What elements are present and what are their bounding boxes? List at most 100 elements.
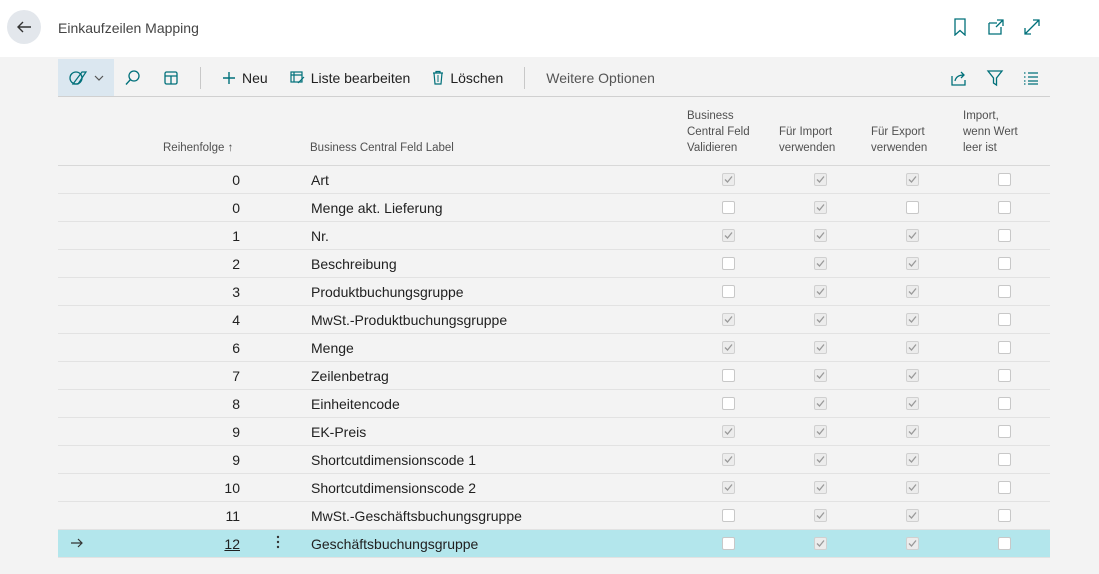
validate-checkbox[interactable] [722, 173, 735, 186]
import-if-empty-checkbox[interactable] [998, 537, 1011, 550]
use-import-checkbox[interactable] [814, 285, 827, 298]
columns-button[interactable] [152, 59, 190, 96]
cell-sequence: 10 [224, 480, 240, 496]
use-import-checkbox[interactable] [814, 537, 827, 550]
cell-field-label: Geschäftsbuchungsgruppe [311, 536, 479, 552]
use-import-checkbox[interactable] [814, 481, 827, 494]
column-header-use-import[interactable]: Für Import verwenden [779, 124, 835, 156]
table-row[interactable]: 11 MwSt.-Geschäftsbuchungsgruppe [58, 502, 1050, 530]
edit-list-label: Liste bearbeiten [310, 69, 411, 86]
validate-checkbox[interactable] [722, 229, 735, 242]
import-if-empty-checkbox[interactable] [998, 257, 1011, 270]
use-export-checkbox[interactable] [906, 397, 919, 410]
import-if-empty-checkbox[interactable] [998, 285, 1011, 298]
use-export-checkbox[interactable] [906, 481, 919, 494]
validate-checkbox[interactable] [722, 425, 735, 438]
use-import-checkbox[interactable] [814, 229, 827, 242]
views-button[interactable] [58, 59, 114, 96]
use-export-checkbox[interactable] [906, 229, 919, 242]
use-export-checkbox[interactable] [906, 285, 919, 298]
column-header-sequence[interactable]: Reihenfolge ↑ [163, 140, 233, 156]
validate-checkbox[interactable] [722, 257, 735, 270]
table-row[interactable]: 3 Produktbuchungsgruppe [58, 278, 1050, 306]
use-export-checkbox[interactable] [906, 201, 919, 214]
validate-checkbox[interactable] [722, 537, 735, 550]
validate-checkbox[interactable] [722, 369, 735, 382]
delete-button[interactable]: Löschen [421, 59, 514, 96]
validate-checkbox[interactable] [722, 509, 735, 522]
import-if-empty-checkbox[interactable] [998, 201, 1011, 214]
cell-sequence: 0 [232, 172, 240, 188]
validate-checkbox[interactable] [722, 481, 735, 494]
validate-checkbox[interactable] [722, 341, 735, 354]
use-export-checkbox[interactable] [906, 425, 919, 438]
column-header-validate[interactable]: Business Central Feld Validieren [687, 108, 750, 156]
table-row[interactable]: 6 Menge [58, 334, 1050, 362]
column-header-import-if-empty[interactable]: Import, wenn Wert leer ist [963, 108, 1018, 156]
validate-checkbox[interactable] [722, 201, 735, 214]
table-row[interactable]: 1 Nr. [58, 222, 1050, 250]
bookmark-icon[interactable] [951, 18, 969, 36]
import-if-empty-checkbox[interactable] [998, 313, 1011, 326]
more-vertical-icon[interactable] [276, 534, 280, 555]
import-if-empty-checkbox[interactable] [998, 397, 1011, 410]
table-row[interactable]: 9 Shortcutdimensionscode 1 [58, 446, 1050, 474]
back-button[interactable] [7, 10, 41, 44]
use-import-checkbox[interactable] [814, 257, 827, 270]
import-if-empty-checkbox[interactable] [998, 481, 1011, 494]
import-if-empty-checkbox[interactable] [998, 453, 1011, 466]
use-import-checkbox[interactable] [814, 453, 827, 466]
list-icon[interactable] [1022, 69, 1040, 87]
cell-sequence: 3 [232, 284, 240, 300]
use-import-checkbox[interactable] [814, 397, 827, 410]
new-button[interactable]: Neu [211, 59, 279, 96]
edit-list-button[interactable]: Liste bearbeiten [279, 59, 422, 96]
use-import-checkbox[interactable] [814, 173, 827, 186]
expand-icon[interactable] [1023, 18, 1041, 36]
table-row[interactable]: 9 EK-Preis [58, 418, 1050, 446]
cell-sequence: 8 [232, 396, 240, 412]
filter-icon[interactable] [986, 69, 1004, 87]
use-import-checkbox[interactable] [814, 425, 827, 438]
use-import-checkbox[interactable] [814, 369, 827, 382]
import-if-empty-checkbox[interactable] [998, 369, 1011, 382]
import-if-empty-checkbox[interactable] [998, 425, 1011, 438]
use-export-checkbox[interactable] [906, 257, 919, 270]
more-options-button[interactable]: Weitere Optionen [535, 59, 666, 96]
table-row[interactable]: 0 Menge akt. Lieferung [58, 194, 1050, 222]
delete-icon [433, 70, 444, 85]
import-if-empty-checkbox[interactable] [998, 229, 1011, 242]
use-export-checkbox[interactable] [906, 341, 919, 354]
open-new-window-icon[interactable] [987, 18, 1005, 36]
import-if-empty-checkbox[interactable] [998, 173, 1011, 186]
validate-checkbox[interactable] [722, 397, 735, 410]
column-header-use-export[interactable]: Für Export verwenden [871, 124, 927, 156]
use-import-checkbox[interactable] [814, 341, 827, 354]
use-export-checkbox[interactable] [906, 313, 919, 326]
use-import-checkbox[interactable] [814, 201, 827, 214]
table-row[interactable]: 10 Shortcutdimensionscode 2 [58, 474, 1050, 502]
cell-sequence: 9 [232, 452, 240, 468]
use-export-checkbox[interactable] [906, 173, 919, 186]
use-import-checkbox[interactable] [814, 509, 827, 522]
use-export-checkbox[interactable] [906, 509, 919, 522]
validate-checkbox[interactable] [722, 313, 735, 326]
use-export-checkbox[interactable] [906, 453, 919, 466]
validate-checkbox[interactable] [722, 453, 735, 466]
import-if-empty-checkbox[interactable] [998, 341, 1011, 354]
use-export-checkbox[interactable] [906, 369, 919, 382]
table-row[interactable]: 0 Art [58, 166, 1050, 194]
share-icon[interactable] [950, 69, 968, 87]
import-if-empty-checkbox[interactable] [998, 509, 1011, 522]
table-row[interactable]: 8 Einheitencode [58, 390, 1050, 418]
table-row[interactable]: 12 Geschäftsbuchungsgruppe [58, 530, 1050, 558]
table-row[interactable]: 2 Beschreibung [58, 250, 1050, 278]
use-import-checkbox[interactable] [814, 313, 827, 326]
use-export-checkbox[interactable] [906, 537, 919, 550]
validate-checkbox[interactable] [722, 285, 735, 298]
cell-sequence[interactable]: 12 [224, 536, 240, 552]
table-row[interactable]: 4 MwSt.-Produktbuchungsgruppe [58, 306, 1050, 334]
table-row[interactable]: 7 Zeilenbetrag [58, 362, 1050, 390]
search-button[interactable] [114, 59, 152, 96]
column-header-field-label[interactable]: Business Central Feld Label [310, 140, 454, 156]
